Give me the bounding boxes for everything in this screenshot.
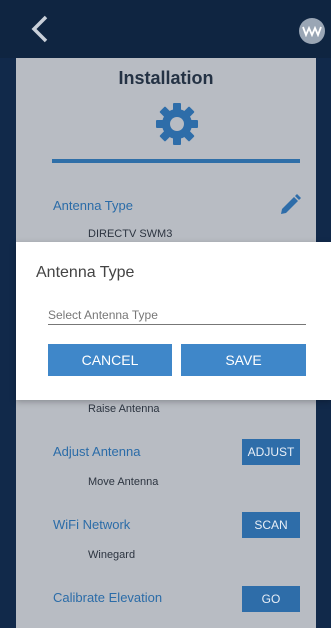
setting-value-wifi-network: Winegard: [88, 549, 136, 561]
gear-icon: [156, 103, 198, 145]
setting-value-raise-antenna: Raise Antenna: [88, 403, 160, 415]
scan-button[interactable]: SCAN: [242, 512, 300, 538]
section-divider: [52, 159, 300, 163]
brand-logo-icon: [299, 18, 325, 44]
chevron-left-icon: [31, 15, 48, 43]
back-button[interactable]: [26, 12, 54, 46]
antenna-type-dialog: Antenna Type CANCEL SAVE: [16, 242, 331, 400]
antenna-type-input[interactable]: [48, 306, 306, 325]
top-bar: [0, 0, 331, 58]
adjust-button[interactable]: ADJUST: [242, 439, 300, 465]
cancel-button[interactable]: CANCEL: [48, 344, 172, 376]
setting-label-wifi-network: WiFi Network: [53, 517, 131, 532]
setting-label-calibrate-elevation: Calibrate Elevation: [53, 590, 163, 605]
setting-value-antenna-type: DIRECTV SWM3: [88, 228, 173, 240]
page-title: Installation: [118, 68, 214, 88]
edit-pencil-icon[interactable]: [278, 193, 302, 217]
setting-label-adjust-antenna: Adjust Antenna: [53, 444, 141, 459]
setting-value-move-antenna: Move Antenna: [88, 476, 159, 488]
go-button[interactable]: GO: [242, 586, 300, 612]
dialog-title: Antenna Type: [36, 264, 135, 281]
setting-label-antenna-type: Antenna Type: [53, 198, 133, 213]
save-button[interactable]: SAVE: [181, 344, 306, 376]
